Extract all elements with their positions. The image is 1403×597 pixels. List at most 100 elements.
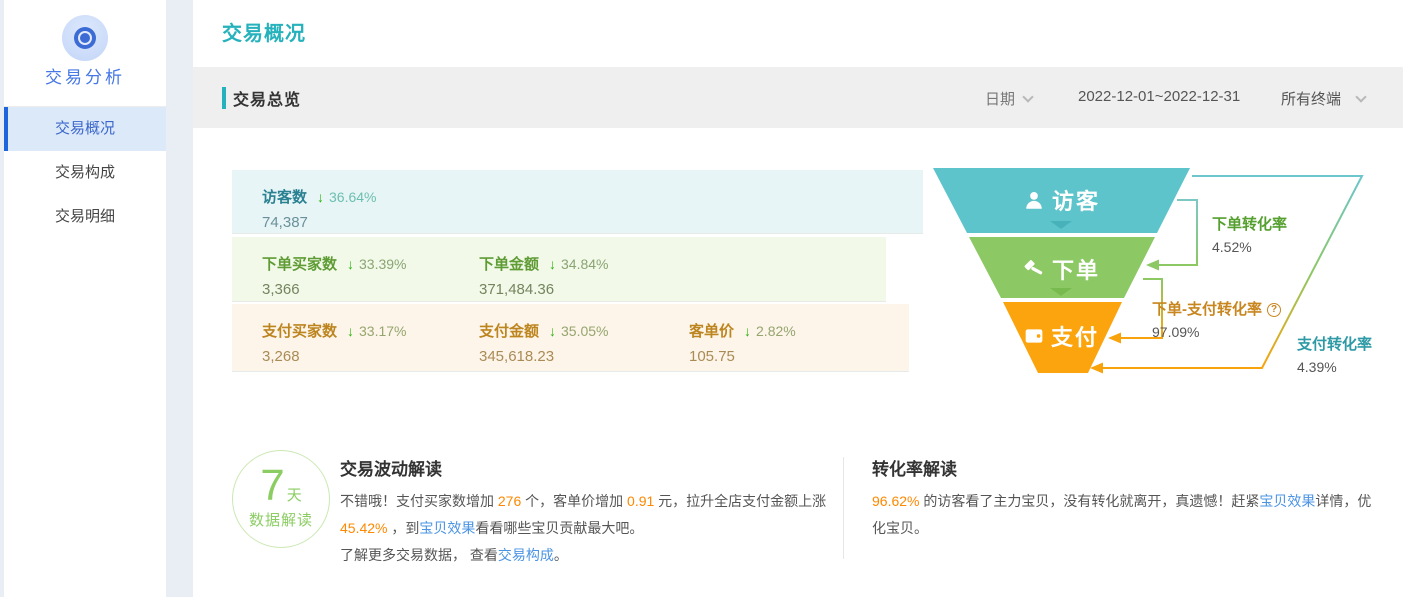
- insight-paragraph: 96.62% 的访客看了主力宝贝，没有转化就离开，真遗憾！赶紧宝贝效果详情，优化…: [872, 488, 1377, 542]
- badge-number: 7: [260, 461, 285, 510]
- terminal-select[interactable]: 所有终端: [1281, 88, 1367, 109]
- badge-unit: 天: [286, 487, 302, 504]
- gavel-icon: [1024, 260, 1043, 275]
- chevron-down-icon: [1022, 91, 1034, 103]
- sidebar-item-trade-detail[interactable]: 交易明细: [4, 195, 166, 239]
- metric-row-payments: 支付买家数 ↓ 33.17% 3,268 支付金额 ↓ 35.05% 345,618.2…: [232, 304, 909, 372]
- date-dimension-select[interactable]: 日期: [985, 88, 1034, 109]
- insight-paragraph: 不错哦！支付买家数增加 276 个，客单价增加 0.91 元，拉升全店支付金额上…: [340, 488, 845, 542]
- funnel-step-arrow-icon: [1050, 288, 1072, 296]
- text-segment: 个，客单价增加: [521, 493, 628, 509]
- help-icon[interactable]: ?: [1267, 303, 1281, 317]
- stage-label: 支付: [1050, 325, 1099, 350]
- metric-label: 访客数: [262, 189, 308, 206]
- metric-value: 74,387: [262, 214, 308, 231]
- funnel-stage-label-visitor: 访客: [933, 184, 1190, 216]
- insight-divider: [843, 457, 844, 559]
- metric-delta: 34.84%: [561, 256, 609, 272]
- metric-order-buyers: 下单买家数 ↓ 33.39% 3,366: [262, 253, 407, 298]
- sidebar-item-trade-composition[interactable]: 交易构成: [4, 151, 166, 195]
- metric-pay-buyers: 支付买家数 ↓ 33.17% 3,268: [262, 320, 407, 365]
- user-icon: [1026, 192, 1042, 209]
- metric-label: 下单买家数: [262, 256, 338, 273]
- text-segment: 0.91: [627, 493, 655, 509]
- rate-label: 下单转化率: [1212, 216, 1288, 233]
- page-title: 交易概况: [222, 23, 306, 45]
- stage-label: 访客: [1051, 189, 1100, 214]
- metric-label: 支付金额: [479, 323, 540, 340]
- chevron-down-icon: [1355, 91, 1367, 103]
- badge-caption: 数据解读: [248, 512, 313, 530]
- decrease-arrow-icon: ↓: [347, 256, 355, 272]
- metric-row-orders: 下单买家数 ↓ 33.39% 3,366 下单金额 ↓ 34.84% 371,484.3…: [232, 237, 886, 302]
- metric-delta: 33.17%: [359, 323, 407, 339]
- metric-row-visitors: 访客数 ↓ 36.64% 74,387: [232, 170, 923, 234]
- metric-visitors: 访客数 ↓ 36.64% 74,387: [262, 186, 377, 231]
- metric-value: 105.75: [689, 348, 735, 365]
- metric-pay-amount: 支付金额 ↓ 35.05% 345,618.23: [479, 320, 609, 365]
- metric-delta: 35.05%: [561, 323, 609, 339]
- metric-avg-order-value: 客单价 ↓ 2.82% 105.75: [689, 320, 796, 365]
- item-effect-link[interactable]: 宝贝效果: [419, 520, 475, 536]
- trade-composition-link[interactable]: 交易构成: [498, 547, 554, 563]
- metric-value: 3,366: [262, 281, 300, 298]
- text-segment: 元，拉升全店支付金额上涨: [654, 493, 827, 509]
- text-segment: 96.62%: [872, 493, 920, 509]
- metric-delta: 2.82%: [756, 323, 796, 339]
- date-dimension-label: 日期: [985, 91, 1016, 108]
- fluctuation-insight: 交易波动解读 不错哦！支付买家数增加 276 个，客单价增加 0.91 元，拉升…: [340, 455, 845, 569]
- rate-label: 支付转化率: [1297, 336, 1373, 353]
- funnel-stage-label-order: 下单: [933, 253, 1190, 285]
- terminal-label: 所有终端: [1281, 91, 1342, 108]
- text-segment: 。: [553, 547, 568, 563]
- order-pay-conversion-rate: 下单-支付转化率? 97.09%: [1152, 298, 1281, 340]
- text-segment: 看看哪些宝贝贡献最大吧。: [475, 520, 644, 536]
- decrease-arrow-icon: ↓: [347, 323, 355, 339]
- order-conversion-rate: 下单转化率 4.52%: [1212, 213, 1287, 255]
- decrease-arrow-icon: ↓: [744, 323, 752, 339]
- metric-value: 371,484.36: [479, 281, 555, 298]
- item-effect-link[interactable]: 宝贝效果: [1259, 493, 1315, 509]
- seven-day-badge: 7天 数据解读: [232, 450, 330, 548]
- sidebar: 交易分析 交易概况 交易构成 交易明细: [4, 0, 166, 597]
- text-segment: 不错哦！支付买家数增加: [340, 493, 498, 509]
- text-segment: ，到: [387, 520, 420, 536]
- rate-value: 97.09%: [1152, 324, 1200, 340]
- app-logo-icon: [62, 15, 108, 61]
- decrease-arrow-icon: ↓: [549, 256, 557, 272]
- metric-label: 客单价: [689, 323, 735, 340]
- logo-target-icon: [74, 27, 96, 49]
- sidebar-item-trade-overview[interactable]: 交易概况: [4, 107, 166, 151]
- sidebar-title: 交易分析: [45, 68, 125, 87]
- metric-delta: 33.39%: [359, 256, 407, 272]
- rate-value: 4.52%: [1212, 239, 1252, 255]
- text-segment: 了解更多交易数据， 查看: [340, 547, 498, 563]
- decrease-arrow-icon: ↓: [317, 189, 325, 205]
- metric-order-amount: 下单金额 ↓ 34.84% 371,484.36: [479, 253, 609, 298]
- insight-title: 交易波动解读: [340, 460, 442, 479]
- rate-label: 下单-支付转化率: [1152, 301, 1262, 318]
- insight-paragraph: 了解更多交易数据， 查看交易构成。: [340, 542, 845, 569]
- section-title: 交易总览: [222, 86, 301, 110]
- pay-conversion-rate: 支付转化率 4.39%: [1297, 333, 1372, 375]
- metric-label: 支付买家数: [262, 323, 338, 340]
- text-segment: 的访客看了主力宝贝，没有转化就离开，真遗憾！赶紧: [919, 493, 1260, 509]
- main-content: 交易概况 交易总览 日期 2022-12-01~2022-12-31 所有终端 …: [193, 0, 1403, 597]
- date-range-value[interactable]: 2022-12-01~2022-12-31: [1078, 88, 1240, 105]
- section-header-bar: 交易总览 日期 2022-12-01~2022-12-31 所有终端: [193, 67, 1403, 128]
- metric-delta: 36.64%: [329, 189, 377, 205]
- decrease-arrow-icon: ↓: [549, 323, 557, 339]
- metric-value: 345,618.23: [479, 348, 555, 365]
- stage-label: 下单: [1051, 258, 1100, 283]
- rate-value: 4.39%: [1297, 359, 1337, 375]
- wallet-icon: [1025, 329, 1043, 343]
- conversion-funnel: 访客 下单 支付: [933, 168, 1190, 373]
- transaction-overview-page: 交易分析 交易概况 交易构成 交易明细 交易概况 交易总览 日期 2022-12…: [0, 0, 1403, 597]
- conversion-insight: 转化率解读 96.62% 的访客看了主力宝贝，没有转化就离开，真遗憾！赶紧宝贝效…: [872, 455, 1377, 542]
- text-segment: 276: [497, 493, 522, 509]
- metric-value: 3,268: [262, 348, 300, 365]
- text-segment: 45.42%: [340, 520, 388, 536]
- funnel-step-arrow-icon: [1050, 221, 1072, 229]
- insight-title: 转化率解读: [872, 460, 957, 479]
- sidebar-menu: 交易概况 交易构成 交易明细: [4, 107, 166, 239]
